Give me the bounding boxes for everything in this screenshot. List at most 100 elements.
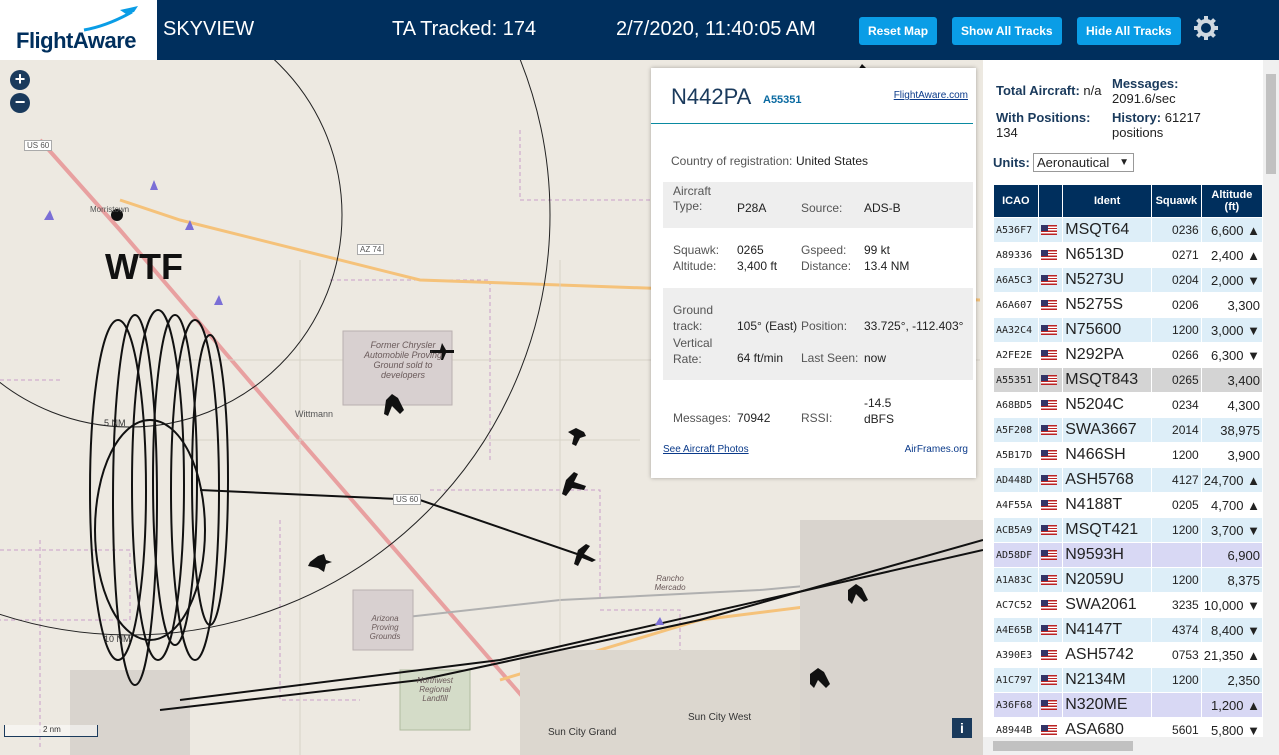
- show-all-tracks-button[interactable]: Show All Tracks: [952, 17, 1062, 45]
- table-row[interactable]: AA32C4 N75600 1200 3,000 ▼: [993, 317, 1264, 343]
- altitude-cell: 10,000 ▼: [1200, 592, 1264, 618]
- table-row[interactable]: AD448D ASH5768 4127 24,700 ▲: [993, 467, 1264, 493]
- flag-cell: [1037, 692, 1064, 718]
- aircraft-table: ICAO Ident Squawk Altitude (ft) A536F7 MS…: [993, 184, 1264, 743]
- icao-cell: A4F55A: [993, 492, 1039, 518]
- aircraft-rows: A536F7 MSQT64 0236 6,600 ▲ A89336 N6513D 0271 2…: [993, 217, 1264, 743]
- messages-value: 70942: [737, 411, 771, 425]
- table-row[interactable]: A1C797 N2134M 1200 2,350: [993, 667, 1264, 693]
- table-row[interactable]: A536F7 MSQT64 0236 6,600 ▲: [993, 217, 1264, 243]
- clock: 2/7/2020, 11:40:05 AM: [616, 18, 816, 40]
- altitude-cell: 3,900: [1200, 442, 1264, 468]
- squawk-cell: [1151, 692, 1202, 718]
- table-row[interactable]: A5F208 SWA3667 2014 38,975: [993, 417, 1264, 443]
- divider: [651, 123, 973, 124]
- us-flag-icon: [1040, 674, 1057, 685]
- flag-cell: [1037, 667, 1064, 693]
- altitude-cell: 24,700 ▲: [1200, 467, 1264, 493]
- us-flag-icon: [1040, 624, 1057, 635]
- ident-cell: N6513D: [1062, 242, 1153, 268]
- table-row[interactable]: AD58DF N9593H 6,900: [993, 542, 1264, 568]
- reset-map-button[interactable]: Reset Map: [859, 17, 938, 45]
- flag-cell: [1037, 642, 1064, 668]
- hide-all-tracks-button[interactable]: Hide All Tracks: [1077, 17, 1181, 45]
- gear-icon[interactable]: [1193, 15, 1219, 41]
- squawk-cell: 1200: [1151, 442, 1202, 468]
- units-label: Units:: [993, 155, 1030, 170]
- us-flag-icon: [1040, 224, 1057, 235]
- col-squawk[interactable]: Squawk: [1151, 184, 1202, 218]
- messages-stat-value: 2091.6/sec: [1112, 91, 1176, 106]
- altitude-cell: 6,900: [1200, 542, 1264, 568]
- table-row[interactable]: A89336 N6513D 0271 2,400 ▲: [993, 242, 1264, 268]
- zoom-out-button[interactable]: −: [10, 93, 30, 113]
- table-row[interactable]: A1A83C N2059U 1200 8,375: [993, 567, 1264, 593]
- icao-cell: A6A5C3: [993, 267, 1039, 293]
- info-button[interactable]: i: [952, 718, 972, 738]
- squawk-cell: 0204: [1151, 267, 1202, 293]
- squawk-value: 0265: [737, 243, 764, 257]
- history-value-a: 61217: [1164, 110, 1201, 125]
- icao-cell: A5F208: [993, 417, 1039, 443]
- icao-cell: A1A83C: [993, 567, 1039, 593]
- table-row[interactable]: AC7C52 SWA2061 3235 10,000 ▼: [993, 592, 1264, 618]
- table-row[interactable]: A390E3 ASH5742 0753 21,350 ▲: [993, 642, 1264, 668]
- messages-label: Messages:: [673, 411, 732, 425]
- table-row[interactable]: A6A607 N5275S 0206 3,300: [993, 292, 1264, 318]
- ident-cell: N320ME: [1062, 692, 1153, 718]
- ident-cell: N292PA: [1062, 342, 1153, 368]
- table-row[interactable]: A4E65B N4147T 4374 8,400 ▼: [993, 617, 1264, 643]
- ident-cell: MSQT64: [1062, 217, 1153, 243]
- table-row[interactable]: A4F55A N4188T 0205 4,700 ▲: [993, 492, 1264, 518]
- table-row[interactable]: ACB5A9 MSQT421 1200 3,700 ▼: [993, 517, 1264, 543]
- units-select[interactable]: Aeronautical ▼: [1033, 153, 1134, 172]
- country-value: United States: [796, 154, 869, 168]
- ident-cell: N9593H: [1062, 542, 1153, 568]
- altitude-cell: 2,350: [1200, 667, 1264, 693]
- flightaware-logo[interactable]: FlightAware: [0, 0, 157, 60]
- flag-cell: [1037, 242, 1064, 268]
- table-row[interactable]: A55351 MSQT843 0265 3,400: [993, 367, 1264, 393]
- col-flag[interactable]: [1037, 184, 1064, 218]
- table-row[interactable]: A2FE2E N292PA 0266 6,300 ▼: [993, 342, 1264, 368]
- scrollbar-thumb[interactable]: [1266, 74, 1276, 174]
- us-flag-icon: [1040, 299, 1057, 310]
- altitude-cell: 4,300: [1200, 392, 1264, 418]
- icao-cell: AD58DF: [993, 542, 1039, 568]
- col-ident[interactable]: Ident: [1062, 184, 1153, 218]
- ident-cell: N4147T: [1062, 617, 1153, 643]
- table-row[interactable]: A5B17D N466SH 1200 3,900: [993, 442, 1264, 468]
- flag-cell: [1037, 267, 1064, 293]
- flag-cell: [1037, 417, 1064, 443]
- col-icao[interactable]: ICAO: [993, 184, 1039, 218]
- altitude-cell: 2,000 ▼: [1200, 267, 1264, 293]
- messages-stat-label: Messages:: [1112, 76, 1179, 91]
- airframes-link[interactable]: AirFrames.org: [905, 444, 968, 455]
- us-flag-icon: [1040, 474, 1057, 485]
- altitude-cell: 3,300: [1200, 292, 1264, 318]
- sidebar-scrollbar[interactable]: [1263, 60, 1279, 755]
- app-title: SKYVIEW: [163, 18, 255, 40]
- icao-cell: A68BD5: [993, 392, 1039, 418]
- ident-cell: SWA3667: [1062, 417, 1153, 443]
- us-flag-icon: [1040, 249, 1057, 260]
- squawk-cell: 0236: [1151, 217, 1202, 243]
- aircraft-photos-link[interactable]: See Aircraft Photos: [663, 444, 749, 455]
- rancho-mercado-label: Rancho Mercado: [654, 574, 686, 592]
- us-flag-icon: [1040, 374, 1057, 385]
- table-row[interactable]: A36F68 N320ME 1,200 ▲: [993, 692, 1264, 718]
- col-altitude[interactable]: Altitude (ft): [1200, 184, 1264, 218]
- rssi-value: -14.5 dBFS: [864, 396, 895, 426]
- squawk-cell: 1200: [1151, 667, 1202, 693]
- horizontal-scrollbar[interactable]: [983, 737, 1263, 755]
- table-row[interactable]: A6A5C3 N5273U 0204 2,000 ▼: [993, 267, 1264, 293]
- us-flag-icon: [1040, 649, 1057, 660]
- zoom-in-button[interactable]: +: [10, 70, 30, 90]
- squawk-cell: 0271: [1151, 242, 1202, 268]
- ident-cell: N5275S: [1062, 292, 1153, 318]
- table-row[interactable]: A68BD5 N5204C 0234 4,300: [993, 392, 1264, 418]
- horizontal-scrollbar-thumb[interactable]: [993, 741, 1133, 751]
- ring-5nm-label: 5 NM: [104, 418, 126, 428]
- icao-cell: A36F68: [993, 692, 1039, 718]
- flightaware-link[interactable]: FlightAware.com: [894, 90, 968, 101]
